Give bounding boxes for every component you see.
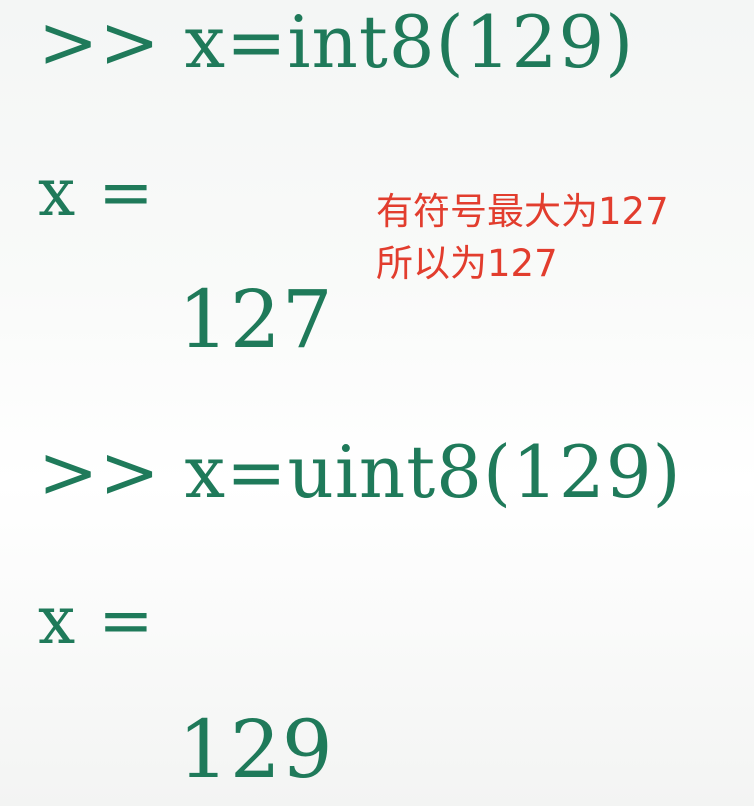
annotation-line-2: 所以为127 (376, 242, 558, 285)
command-line-int8: >> x=int8(129) (38, 0, 635, 84)
annotation-note: 有符号最大为127 所以为127 (376, 186, 669, 290)
command-window: >> x=int8(129) x = 127 >> x=uint8(129) x… (0, 0, 754, 806)
output-value-uint8: 129 (178, 703, 334, 796)
output-value-int8: 127 (178, 273, 334, 366)
output-variable-label: x = (38, 154, 155, 231)
command-line-uint8: >> x=uint8(129) (38, 430, 682, 514)
annotation-line-1: 有符号最大为127 (376, 190, 669, 233)
output-variable-label: x = (38, 582, 155, 659)
